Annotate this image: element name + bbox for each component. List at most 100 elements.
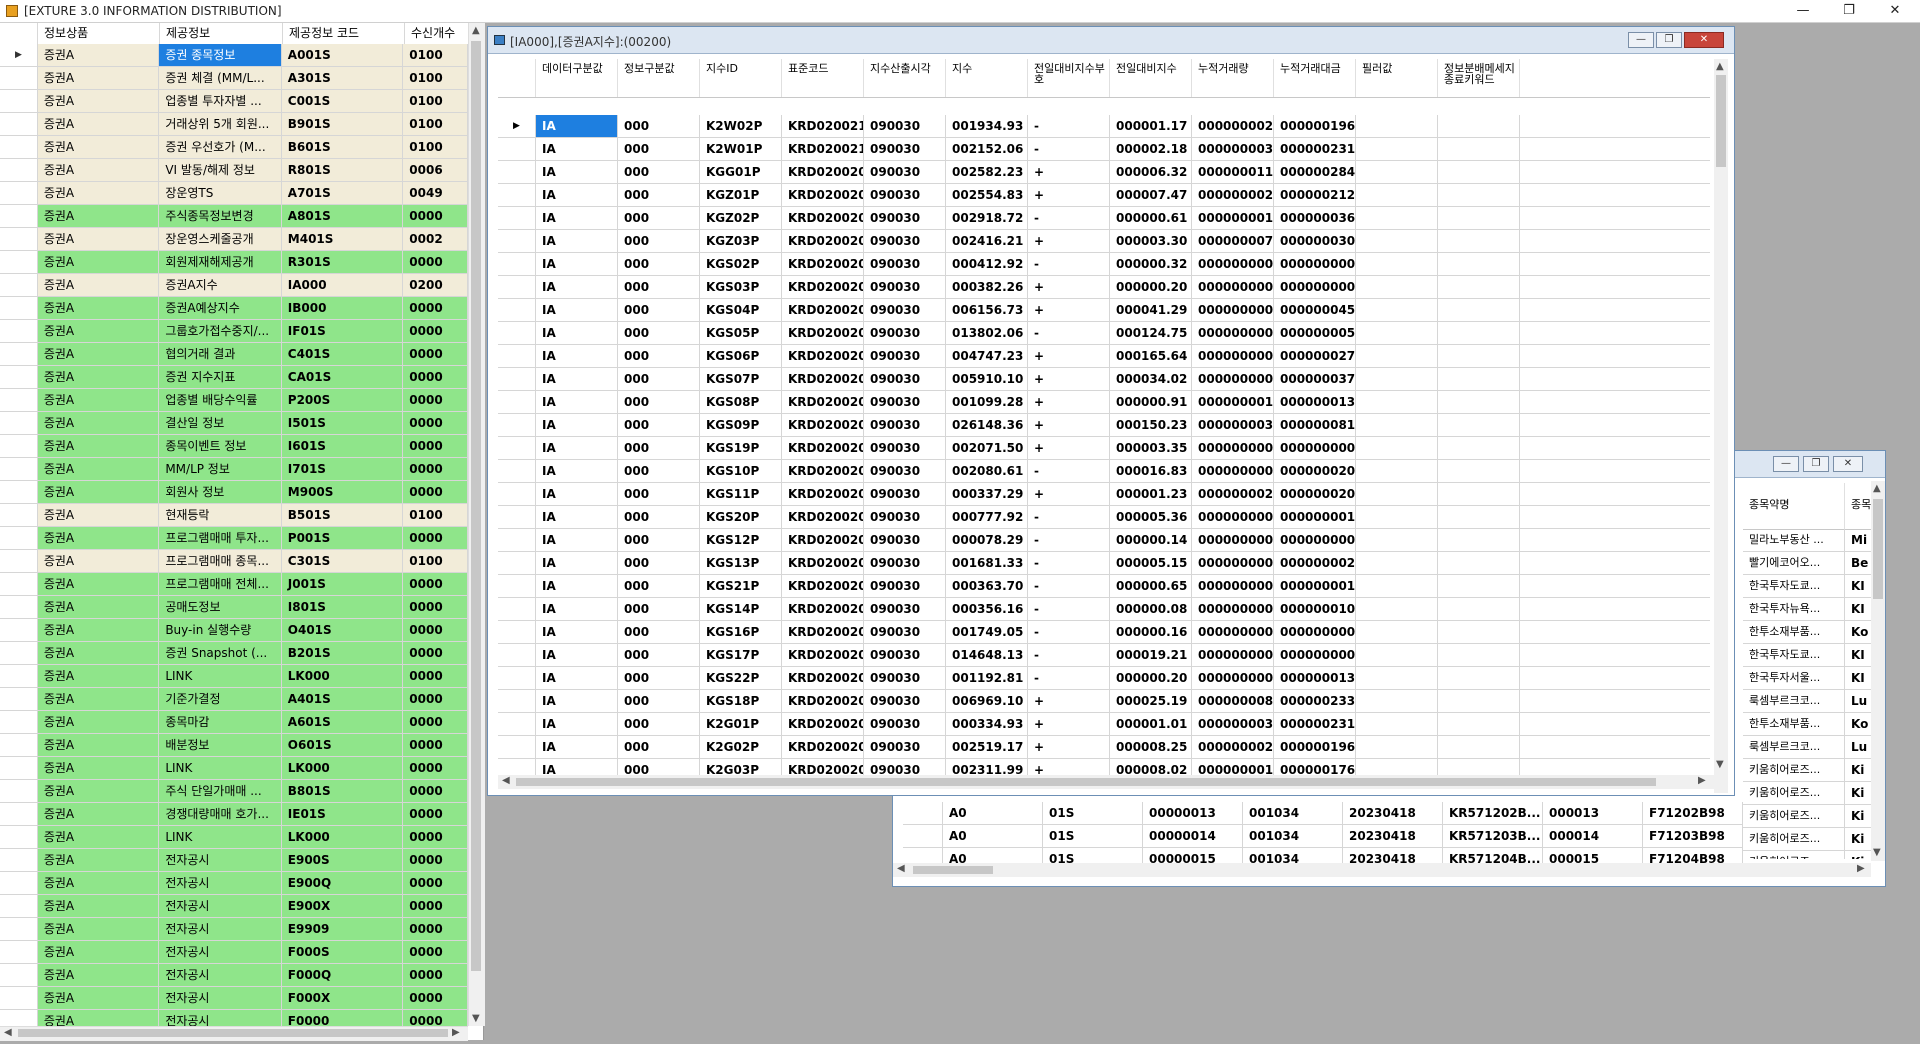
index-cell[interactable]: 0000000000... bbox=[1192, 529, 1274, 551]
row-header[interactable] bbox=[498, 414, 536, 436]
secondary-cell[interactable]: F71204B98 bbox=[1643, 848, 1743, 864]
cell-code[interactable]: B601S bbox=[281, 136, 404, 158]
index-cell-empty[interactable] bbox=[1438, 483, 1520, 505]
index-cell-empty[interactable] bbox=[1356, 575, 1438, 597]
cell-product[interactable]: 증권A bbox=[37, 803, 160, 825]
index-cell[interactable]: 0000000023... bbox=[1192, 483, 1274, 505]
index-cell[interactable]: 005910.10 bbox=[946, 368, 1028, 390]
name-row[interactable]: 룩셈부르크코... Lu bbox=[1743, 736, 1873, 759]
secondary-row[interactable]: A0 01S 00000015 001034 20230418 KR571204B... 0… bbox=[903, 848, 1743, 864]
index-cell-empty[interactable] bbox=[1438, 115, 1520, 137]
cell-count[interactable]: 0000 bbox=[403, 251, 468, 273]
index-cell[interactable]: 000 bbox=[618, 138, 700, 160]
index-cell-empty[interactable] bbox=[1356, 299, 1438, 321]
cell-item[interactable]: KI bbox=[1845, 667, 1873, 689]
index-cell[interactable]: 000000.32 bbox=[1110, 253, 1192, 275]
index-cell[interactable]: 002582.23 bbox=[946, 161, 1028, 183]
index-row[interactable]: IA000KGS05PKRD020020...090030013802.06-0… bbox=[498, 322, 1710, 345]
cell-item[interactable]: Ki bbox=[1845, 782, 1873, 804]
index-cell[interactable]: IA bbox=[536, 621, 618, 643]
index-cell[interactable]: 000777.92 bbox=[946, 506, 1028, 528]
index-cell[interactable]: KRD020021... bbox=[782, 138, 864, 160]
index-cell[interactable]: 000078.29 bbox=[946, 529, 1028, 551]
index-cell-empty[interactable] bbox=[1356, 322, 1438, 344]
row-header[interactable] bbox=[0, 550, 38, 572]
index-cell[interactable]: 0000000116... bbox=[1192, 161, 1274, 183]
index-cell[interactable]: 006156.73 bbox=[946, 299, 1028, 321]
index-cell[interactable]: K2W02P bbox=[700, 115, 782, 137]
index-cell-empty[interactable] bbox=[1356, 391, 1438, 413]
index-row[interactable]: IA000KGS04PKRD020020...090030006156.73+0… bbox=[498, 299, 1710, 322]
table-row[interactable]: 증권A 전자공시 F000X 0000 bbox=[0, 987, 468, 1010]
scroll-left-icon[interactable]: ◀ bbox=[4, 1027, 12, 1038]
index-cell[interactable]: IA bbox=[536, 230, 618, 252]
secondary-row[interactable]: A0 01S 00000013 001034 20230418 KR571202B... 0… bbox=[903, 802, 1743, 825]
cell-item[interactable]: Be bbox=[1845, 552, 1873, 574]
table-row[interactable]: 증권A 전자공시 E900S 0000 bbox=[0, 849, 468, 872]
index-cell-empty[interactable] bbox=[1356, 184, 1438, 206]
index-cell[interactable]: KRD020020... bbox=[782, 322, 864, 344]
index-row[interactable]: IA000KGS21PKRD020020...090030000363.70-0… bbox=[498, 575, 1710, 598]
name-row[interactable]: 한국투자도쿄... KI bbox=[1743, 644, 1873, 667]
cell-info[interactable]: 현재등락 bbox=[159, 504, 282, 526]
cell-info[interactable]: 배분정보 bbox=[159, 734, 282, 756]
cell-code[interactable]: A801S bbox=[281, 205, 404, 227]
index-cell[interactable]: 000000.61 bbox=[1110, 207, 1192, 229]
index-cell[interactable]: 0000000000... bbox=[1192, 437, 1274, 459]
index-cell[interactable]: - bbox=[1028, 644, 1110, 666]
index-cell[interactable]: 090030 bbox=[864, 483, 946, 505]
index-header-cell[interactable]: 필러값 bbox=[1356, 59, 1438, 97]
index-scroll-down-icon[interactable]: ▼ bbox=[1716, 759, 1724, 770]
cell-code[interactable]: F000Q bbox=[281, 964, 404, 986]
index-cell[interactable]: 000 bbox=[618, 345, 700, 367]
index-cell[interactable]: 0000000071... bbox=[1192, 230, 1274, 252]
cell-info[interactable]: 경쟁대량매매 호가... bbox=[159, 803, 282, 825]
index-cell-empty[interactable] bbox=[1438, 391, 1520, 413]
index-cell[interactable]: 0000002128... bbox=[1274, 184, 1356, 206]
index-cell[interactable]: 000 bbox=[618, 621, 700, 643]
index-cell[interactable]: 0000000000... bbox=[1192, 253, 1274, 275]
index-scroll-left-icon[interactable]: ◀ bbox=[502, 775, 510, 786]
index-cell[interactable]: 090030 bbox=[864, 207, 946, 229]
table-row[interactable]: 증권A 경쟁대량매매 호가... IE01S 0000 bbox=[0, 803, 468, 826]
index-cell[interactable]: KGS13P bbox=[700, 552, 782, 574]
cell-count[interactable]: 0000 bbox=[403, 366, 468, 388]
name-row[interactable]: 밀라노부동산 ... Mi bbox=[1743, 529, 1873, 552]
index-cell-empty[interactable] bbox=[1438, 207, 1520, 229]
cell-info[interactable]: 전자공시 bbox=[159, 941, 282, 963]
index-cell-empty[interactable] bbox=[1438, 437, 1520, 459]
index-cell[interactable]: 000363.70 bbox=[946, 575, 1028, 597]
cell-product[interactable]: 증권A bbox=[37, 527, 160, 549]
index-cell[interactable]: + bbox=[1028, 736, 1110, 758]
index-cell[interactable]: IA bbox=[536, 759, 618, 775]
index-cell[interactable]: + bbox=[1028, 230, 1110, 252]
row-header[interactable] bbox=[498, 644, 536, 666]
index-cell[interactable]: KGS22P bbox=[700, 667, 782, 689]
index-cell[interactable]: IA bbox=[536, 575, 618, 597]
cell-code[interactable]: E9909 bbox=[281, 918, 404, 940]
name-row[interactable]: 한국투자도쿄... KI bbox=[1743, 575, 1873, 598]
index-header-cell[interactable]: 누적거래대금 bbox=[1274, 59, 1356, 97]
index-cell[interactable]: 002519.17 bbox=[946, 736, 1028, 758]
index-cell-empty[interactable] bbox=[1438, 644, 1520, 666]
row-header[interactable] bbox=[0, 527, 38, 549]
name-row[interactable]: 한국투자뉴욕... KI bbox=[1743, 598, 1873, 621]
index-cell[interactable]: IA bbox=[536, 161, 618, 183]
index-cell[interactable]: KGS07P bbox=[700, 368, 782, 390]
index-cell[interactable]: - bbox=[1028, 460, 1110, 482]
index-cell[interactable]: KRD020020... bbox=[782, 299, 864, 321]
cell-code[interactable]: J001S bbox=[281, 573, 404, 595]
cell-product[interactable]: 증권A bbox=[37, 665, 160, 687]
index-cell[interactable]: 0000000202... bbox=[1274, 460, 1356, 482]
cell-short-name[interactable]: 키움히어로즈... bbox=[1743, 851, 1845, 859]
row-header[interactable] bbox=[498, 207, 536, 229]
index-row[interactable]: IA000K2G01PKRD020020...090030000334.93+0… bbox=[498, 713, 1710, 736]
index-header-cell[interactable]: 전일대비지수부호 bbox=[1028, 59, 1110, 97]
cell-info[interactable]: 전자공시 bbox=[159, 987, 282, 1009]
index-cell-empty[interactable] bbox=[1438, 460, 1520, 482]
cell-info[interactable]: 전자공시 bbox=[159, 872, 282, 894]
row-header[interactable] bbox=[0, 67, 38, 89]
index-cell[interactable]: - bbox=[1028, 138, 1110, 160]
secondary-scroll-right-icon[interactable]: ▶ bbox=[1857, 863, 1865, 874]
index-cell[interactable]: 001681.33 bbox=[946, 552, 1028, 574]
